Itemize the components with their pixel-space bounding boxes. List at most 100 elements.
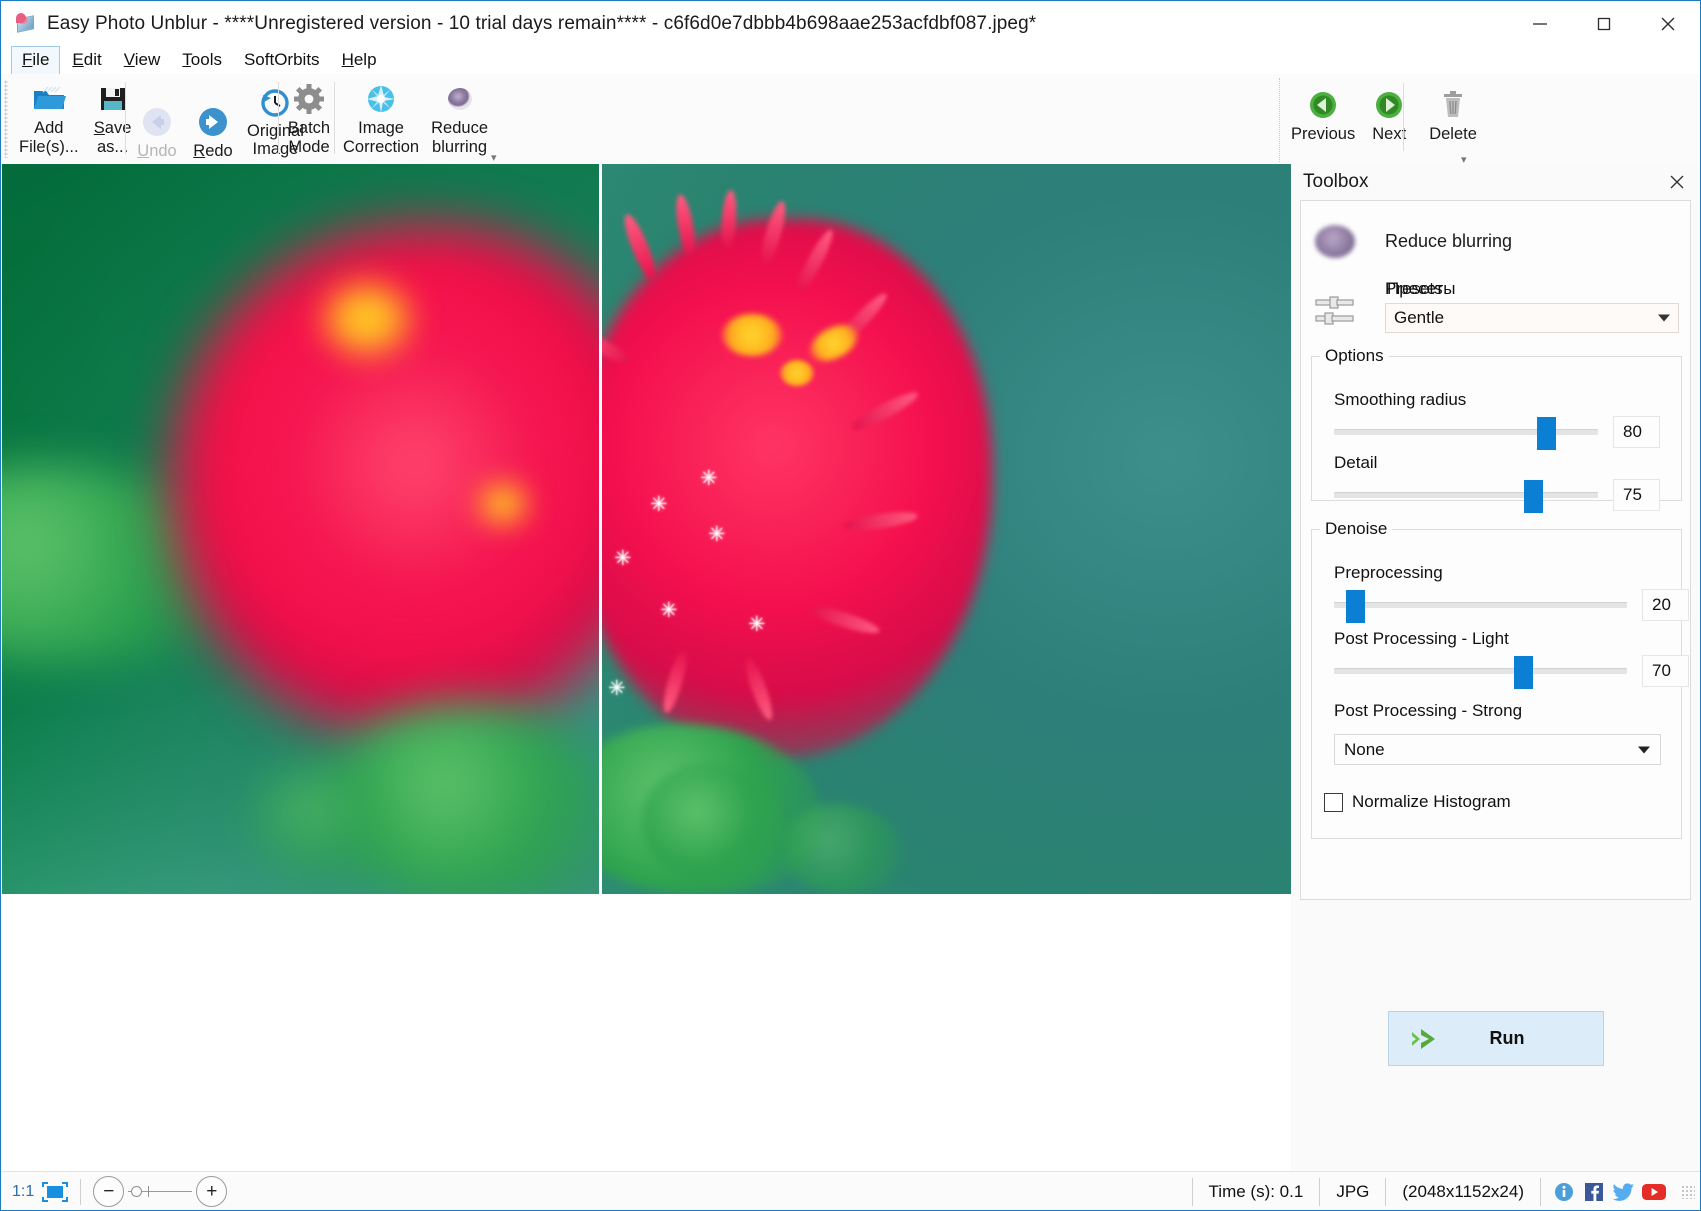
facebook-icon[interactable] [1579,1179,1609,1205]
next-label: Next [1372,125,1406,144]
menu-item-softorbits[interactable]: SoftOrbits [234,47,330,74]
menu-item-help[interactable]: Help [332,47,387,74]
preprocessing-slider[interactable] [1334,602,1627,608]
zoom-slider[interactable] [128,1191,192,1192]
sparkle-star-icon [364,81,398,117]
image-canvas-area[interactable]: ✳ ✳ ✳ ✳ ✳ ✳ ✳ [2,164,1291,1171]
ribbon-separator-4 [1279,78,1280,162]
menu-item-edit[interactable]: Edit [62,47,111,74]
normalize-histogram-label: Normalize Histogram [1352,792,1511,812]
toolbox-body: Reduce blurring [1300,200,1691,900]
image-correction-label: Image Correction [343,119,419,156]
ribbon-separator-2 [278,82,279,154]
image-dimensions: (2048x1152x24) [1385,1178,1540,1206]
zoom-slider-knob[interactable] [131,1186,142,1197]
blur-ball-icon [1313,223,1357,259]
close-icon[interactable] [1664,170,1690,194]
run-button[interactable]: Run [1388,1011,1604,1066]
info-icon[interactable] [1549,1179,1579,1205]
undo-arrow-icon [140,104,174,140]
application-window: Easy Photo Unblur - ****Unregistered ver… [0,0,1701,1211]
trash-bin-icon [1438,87,1468,123]
effect-label: Reduce blurring [1385,231,1512,252]
preprocessing-thumb[interactable] [1346,590,1365,623]
sliders-icon [1313,293,1357,333]
blur-ball-icon [443,81,477,117]
delete-label: Delete [1429,125,1477,144]
menu-item-tools[interactable]: Tools [172,47,232,74]
maximize-icon[interactable] [1572,1,1636,46]
detail-slider[interactable] [1334,492,1598,498]
reduce-blurring-button[interactable]: Reduce blurring [425,77,494,156]
ribbon-group-file: Add File(s)... Saveas... [13,77,141,161]
post-processing-light-value[interactable]: 70 [1642,655,1689,687]
minimize-icon[interactable] [1508,1,1572,46]
menu-item-view[interactable]: View [114,47,171,74]
next-button[interactable]: Next [1361,77,1417,144]
zoom-ratio-label: 1:1 [12,1183,34,1201]
options-legend: Options [1320,346,1389,366]
post-processing-light-slider[interactable] [1334,668,1627,674]
green-double-arrow-icon [1409,1025,1445,1053]
post-processing-light-label: Post Processing - Light [1334,629,1509,649]
post-processing-strong-select[interactable]: None [1334,734,1661,765]
floppy-disk-icon [97,81,129,117]
title-bar: Easy Photo Unblur - ****Unregistered ver… [1,1,1700,46]
batch-mode-button[interactable]: Batch Mode [281,77,337,156]
photo-half-result: ✳ ✳ ✳ ✳ ✳ ✳ ✳ [602,164,1291,894]
image-correction-button[interactable]: Image Correction [337,77,425,156]
green-right-arrow-icon [1373,87,1405,123]
previous-button[interactable]: Previous [1285,77,1361,144]
chevron-down-icon [1638,746,1650,753]
effect-row: Reduce blurring [1313,223,1512,259]
post-processing-light-thumb[interactable] [1514,656,1533,689]
undo-button[interactable]: Undo [129,78,185,161]
redo-button[interactable]: Redo [185,78,241,161]
add-files-label: Add File(s)... [19,119,79,156]
ribbon-grip [4,80,8,158]
presets-label-overlap: Пресеты [1387,279,1456,299]
delete-button[interactable]: Delete [1423,77,1483,144]
smoothing-radius-slider[interactable] [1334,429,1598,435]
photo-half-original [2,164,599,894]
preprocessing-value[interactable]: 20 [1642,589,1689,621]
redo-label: Redo [193,142,232,161]
normalize-histogram-row[interactable]: Normalize Histogram [1324,792,1511,812]
menu-item-file[interactable]: File [11,46,60,75]
ribbon-group-batch: Batch Mode [281,77,337,161]
normalize-histogram-checkbox[interactable] [1324,793,1343,812]
post-processing-strong-value: None [1344,740,1385,760]
options-group: Options Smoothing radius 80 Detail 75 [1311,346,1682,501]
resize-grip[interactable] [1681,1185,1695,1199]
add-files-button[interactable]: Add File(s)... [13,77,85,156]
gear-icon [292,81,326,117]
detail-value[interactable]: 75 [1613,479,1660,511]
photo-preview[interactable]: ✳ ✳ ✳ ✳ ✳ ✳ ✳ [2,164,1291,894]
close-icon[interactable] [1636,1,1700,46]
zoom-in-button[interactable]: + [196,1176,227,1207]
denoise-group: Denoise Preprocessing 20 Post Processing… [1311,519,1682,839]
before-after-divider[interactable] [599,164,602,894]
fit-to-screen-icon[interactable] [42,1182,68,1202]
post-processing-strong-label: Post Processing - Strong [1334,701,1522,721]
ribbon-group-navigation: Previous Next [1285,77,1483,161]
ribbon-group-effects: Image Correction [337,77,494,161]
zoom-out-button[interactable]: − [93,1176,124,1207]
window-controls [1508,1,1700,46]
social-icons-group [1540,1178,1677,1206]
toolbox-header: Toolbox [1291,164,1700,200]
preprocessing-label: Preprocessing [1334,563,1443,583]
open-folder-icon [31,81,67,117]
previous-label: Previous [1291,125,1355,144]
toolbox-panel: Toolbox Reduce blurring [1291,164,1700,1171]
presets-select[interactable]: Gentle [1385,303,1679,333]
smoothing-radius-value[interactable]: 80 [1613,416,1660,448]
chevron-down-icon[interactable]: ▾ [491,151,497,164]
file-format: JPG [1319,1178,1385,1206]
smoothing-radius-label: Smoothing radius [1334,390,1466,410]
detail-thumb[interactable] [1524,480,1543,513]
toolbar-ribbon: Add File(s)... Saveas... [1,74,1700,164]
smoothing-radius-thumb[interactable] [1537,417,1556,450]
twitter-icon[interactable] [1609,1179,1639,1205]
youtube-icon[interactable] [1639,1179,1669,1205]
